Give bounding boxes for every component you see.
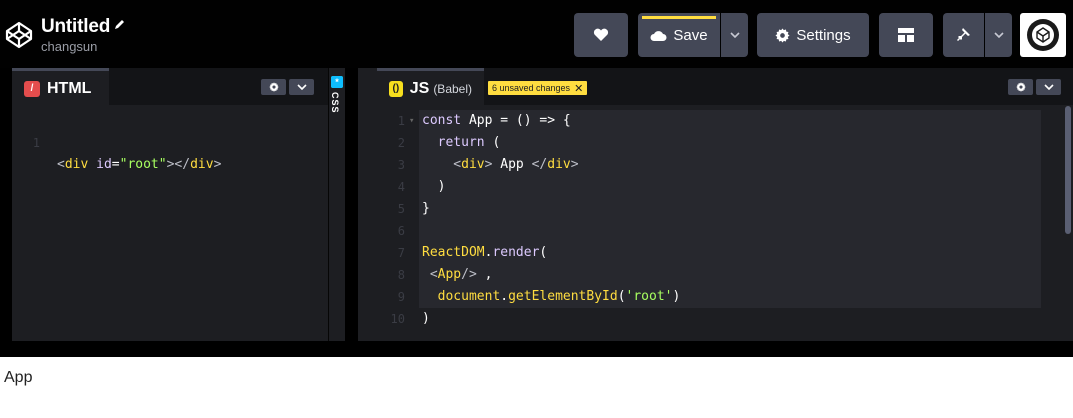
code-line: 4 )	[377, 176, 1073, 198]
html-tab-label: HTML	[47, 79, 92, 97]
line-code: ReactDOM.render(	[422, 245, 548, 260]
line-code: return (	[422, 135, 501, 150]
html-collapse-button[interactable]	[289, 79, 314, 95]
gear-icon	[268, 82, 279, 92]
chevron-down-icon	[296, 84, 307, 90]
fold-arrow-icon[interactable]: ▾	[409, 110, 414, 132]
left-gutter	[0, 68, 12, 341]
save-label: Save	[673, 26, 708, 44]
codepen-logo-icon[interactable]	[4, 20, 34, 50]
code-line: 2 return (	[377, 132, 1073, 154]
line-number: 6	[397, 224, 405, 238]
unsaved-text: 6 unsaved changes	[492, 83, 571, 93]
line-code: }	[422, 201, 430, 216]
gear-icon	[1015, 82, 1026, 92]
code-line: 8 <App/> ,	[377, 264, 1073, 286]
line-number: 4	[397, 180, 405, 194]
pin-button[interactable]	[943, 13, 984, 57]
close-icon[interactable]: ✕	[574, 82, 583, 95]
settings-button[interactable]: Settings	[757, 13, 869, 57]
chevron-down-icon	[1043, 84, 1054, 90]
code-line: 1 ▾ const App = () => {	[377, 110, 1073, 132]
result-output: App	[4, 369, 33, 386]
change-view-button[interactable]	[879, 13, 933, 57]
line-code: <div> App </div>	[422, 157, 579, 172]
line-number: 3	[397, 158, 405, 172]
line-number: 7	[397, 246, 405, 260]
pin-icon	[956, 28, 970, 42]
cloud-icon	[650, 30, 667, 41]
resize-bar[interactable]	[0, 341, 1073, 357]
line-code: <App/> ,	[422, 267, 493, 282]
line-number: 10	[390, 312, 405, 326]
js-code[interactable]: 1 ▾ const App = () => { 2 return ( 3 <div>…	[377, 110, 1073, 330]
love-button[interactable]	[574, 13, 628, 57]
code-line: 9 document.getElementById('root')	[377, 286, 1073, 308]
line-code: const App = () => {	[422, 113, 571, 128]
pen-title-text[interactable]: Untitled	[41, 16, 110, 37]
line-code: )	[422, 179, 446, 194]
css-editor-collapsed[interactable]: * CSS	[329, 68, 345, 341]
pen-title[interactable]: Untitled	[41, 14, 126, 38]
resize-gutter[interactable]	[345, 68, 358, 341]
tab-html[interactable]: / HTML	[12, 68, 109, 106]
line-number: 5	[397, 202, 405, 216]
layout-icon	[898, 28, 914, 42]
html-code[interactable]: 1 <div id="root"></div>	[12, 110, 328, 172]
pin-options-button[interactable]	[985, 13, 1012, 57]
line-code: document.getElementById('root')	[422, 289, 681, 304]
user-avatar-icon	[1027, 19, 1059, 51]
js-editor-header: () JS (Babel) 6 unsaved changes ✕	[377, 68, 1073, 106]
js-collapse-button[interactable]	[1036, 79, 1061, 95]
code-line: 7 ReactDOM.render(	[377, 242, 1073, 264]
pencil-icon[interactable]	[114, 14, 126, 36]
avatar[interactable]	[1020, 13, 1066, 57]
top-header: Untitled changsun Save Settings	[0, 0, 1073, 68]
css-pane-strip	[358, 68, 377, 341]
line-code: <div id="root"></div>	[57, 157, 222, 172]
js-logo-icon: ()	[389, 80, 403, 97]
js-preprocessor: (Babel)	[433, 81, 472, 96]
settings-label: Settings	[796, 26, 851, 44]
save-options-button[interactable]	[721, 13, 748, 57]
line-number: 8	[397, 268, 405, 282]
line-number: 9	[397, 290, 405, 304]
unsaved-changes-badge[interactable]: 6 unsaved changes ✕	[488, 81, 588, 95]
line-number: 1	[397, 114, 405, 128]
code-line: 5}	[377, 198, 1073, 220]
gear-icon	[775, 27, 790, 43]
chevron-down-icon	[993, 32, 1004, 38]
line-number: 1	[32, 136, 40, 150]
unsaved-indicator-bar	[642, 16, 716, 19]
editor-area: / HTML 1 <div id="root"></div> * CSS ()	[0, 68, 1073, 341]
code-line: 1 <div id="root"></div>	[12, 110, 328, 172]
save-button[interactable]: Save	[638, 13, 720, 57]
js-editor[interactable]: () JS (Babel) 6 unsaved changes ✕ 1 ▾ cons…	[377, 68, 1073, 341]
code-line: 3 <div> App </div>	[377, 154, 1073, 176]
tab-css[interactable]: CSS	[330, 92, 340, 114]
css-logo-icon: *	[331, 76, 343, 88]
line-code: )	[422, 311, 430, 326]
pen-author[interactable]: changsun	[41, 39, 97, 54]
js-tab-label: JS	[409, 79, 430, 97]
html-settings-button[interactable]	[261, 79, 286, 95]
line-number: 2	[397, 136, 405, 150]
html-editor-header: / HTML	[12, 68, 328, 106]
js-settings-button[interactable]	[1008, 79, 1033, 95]
chevron-down-icon	[729, 32, 740, 38]
heart-icon	[593, 28, 609, 41]
code-line: 6	[377, 220, 1073, 242]
tab-js[interactable]: () JS (Babel)	[377, 68, 484, 106]
html-editor[interactable]: / HTML 1 <div id="root"></div>	[12, 68, 328, 341]
code-line: 10)	[377, 308, 1073, 330]
html-logo-icon: /	[24, 80, 40, 97]
